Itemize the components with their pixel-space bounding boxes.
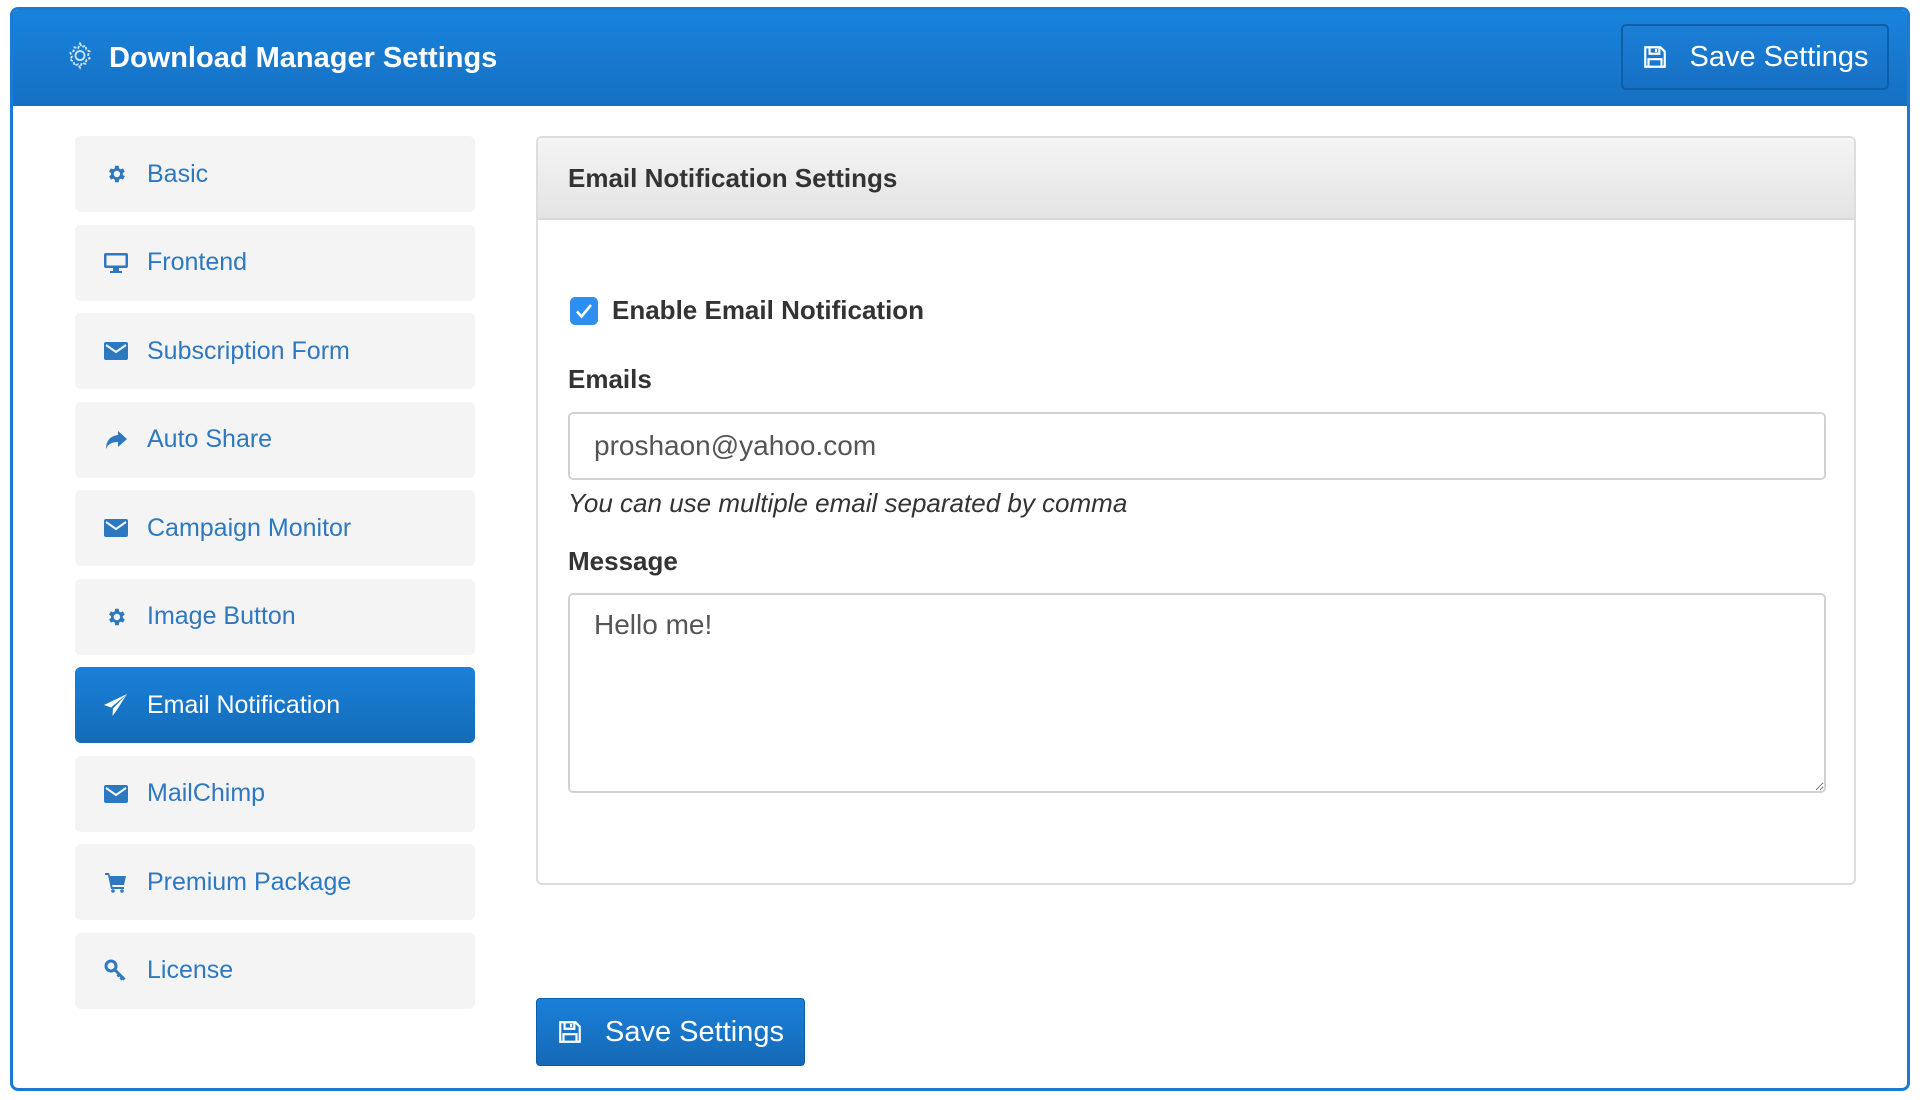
sidebar-item-auto-share[interactable]: Auto Share <box>75 401 475 478</box>
message-label: Message <box>568 546 678 576</box>
sidebar-item-basic[interactable]: Basic <box>75 136 475 212</box>
sidebar-item-label: Premium Package <box>147 867 352 896</box>
emails-label: Emails <box>568 364 652 394</box>
enable-email-notification-checkbox[interactable] <box>570 296 598 325</box>
floppy-disk-icon <box>559 1021 581 1043</box>
emails-input[interactable] <box>568 412 1826 480</box>
sidebar-item-campaign-monitor[interactable]: Campaign Monitor <box>75 490 475 566</box>
sidebar-item-label: Frontend <box>147 248 248 276</box>
save-settings-label: Save Settings <box>605 1015 784 1048</box>
settings-frame: Download Manager Settings Save Settings … <box>10 7 1910 1091</box>
sidebar-item-label: Basic <box>147 159 209 188</box>
envelope-icon <box>103 338 129 364</box>
save-settings-label: Save Settings <box>1689 40 1869 73</box>
gear-icon <box>103 161 129 187</box>
sidebar-item-label: Email Notification <box>147 690 341 719</box>
message-textarea[interactable]: Hello me! <box>568 593 1826 793</box>
panel-title: Email Notification Settings <box>538 138 1854 220</box>
desktop-icon <box>103 250 129 276</box>
settings-sidebar: Basic Frontend Subscription Form Auto Sh… <box>75 136 475 1021</box>
cart-icon <box>103 869 129 895</box>
sidebar-item-label: License <box>147 956 234 984</box>
emails-hint: You can use multiple email separated by … <box>568 488 1128 518</box>
page-title: Download Manager Settings <box>109 42 498 74</box>
envelope-icon <box>103 515 129 541</box>
gear-icon <box>103 604 129 630</box>
sidebar-item-mailchimp[interactable]: MailChimp <box>75 755 475 832</box>
sidebar-item-email-notification[interactable]: Email Notification <box>75 667 475 743</box>
paper-plane-icon <box>103 692 129 718</box>
checkmark-icon <box>576 303 593 318</box>
enable-email-notification-row[interactable]: Enable Email Notification <box>570 295 924 326</box>
key-icon <box>103 958 129 984</box>
share-icon <box>103 427 129 453</box>
sidebar-item-label: Campaign Monitor <box>147 513 352 542</box>
sidebar-item-label: Subscription Form <box>147 336 350 365</box>
save-settings-button-top[interactable]: Save Settings <box>1621 24 1889 90</box>
enable-email-notification-label: Enable Email Notification <box>612 295 925 325</box>
save-settings-button-bottom[interactable]: Save Settings <box>536 998 805 1066</box>
sidebar-item-label: Image Button <box>147 602 296 630</box>
floppy-disk-icon <box>1643 46 1666 68</box>
sidebar-item-frontend[interactable]: Frontend <box>75 224 475 301</box>
sidebar-item-subscription-form[interactable]: Subscription Form <box>75 313 475 389</box>
gear-icon <box>69 41 91 70</box>
sidebar-item-license[interactable]: License <box>75 932 475 1009</box>
header-bar: Download Manager Settings Save Settings <box>13 10 1907 106</box>
sidebar-item-image-button[interactable]: Image Button <box>75 578 475 655</box>
sidebar-item-label: MailChimp <box>147 779 266 807</box>
email-notification-panel: Email Notification Settings Enable Email… <box>536 136 1856 885</box>
sidebar-item-premium-package[interactable]: Premium Package <box>75 844 475 920</box>
envelope-icon <box>103 781 129 807</box>
sidebar-item-label: Auto Share <box>147 425 273 453</box>
